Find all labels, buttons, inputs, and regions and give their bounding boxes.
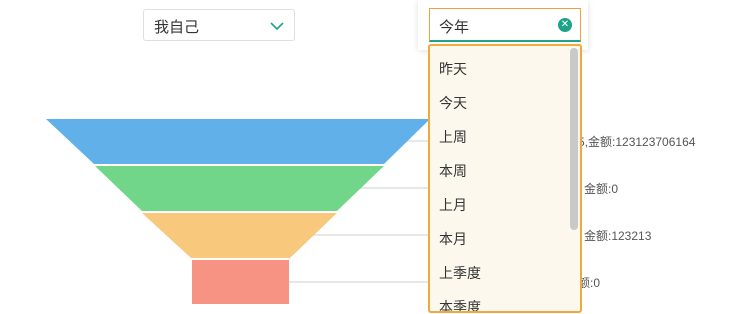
funnel-stage-3[interactable] xyxy=(142,213,337,258)
clear-icon[interactable]: ✕ xyxy=(558,18,572,32)
period-select-input[interactable]: 今年 ✕ xyxy=(429,8,581,42)
period-option[interactable]: 本月 xyxy=(439,229,467,249)
period-option[interactable]: 上周 xyxy=(439,127,467,147)
period-option[interactable]: 本季度 xyxy=(439,297,481,311)
funnel-stage-label: 金额:123213 xyxy=(584,229,652,243)
period-option[interactable]: 上月 xyxy=(439,195,467,215)
period-dropdown-list[interactable]: 昨天今天上周本周上月本月上季度本季度 xyxy=(428,44,582,313)
period-option[interactable]: 上季度 xyxy=(439,263,481,283)
dropdown-scrollbar[interactable] xyxy=(570,48,578,230)
period-option[interactable]: 今天 xyxy=(439,93,467,113)
funnel-stage-4[interactable] xyxy=(192,260,289,304)
funnel-chart xyxy=(46,119,430,304)
funnel-stage-2[interactable] xyxy=(95,166,384,211)
period-select-value: 今年 xyxy=(439,18,470,36)
period-option[interactable]: 昨天 xyxy=(439,59,467,79)
funnel-stage-1[interactable] xyxy=(46,119,430,164)
funnel-stage-label: 5,金额:123123706164 xyxy=(578,135,696,149)
period-option[interactable]: 本周 xyxy=(439,161,467,181)
funnel-stage-label: 金额:0 xyxy=(584,182,619,196)
